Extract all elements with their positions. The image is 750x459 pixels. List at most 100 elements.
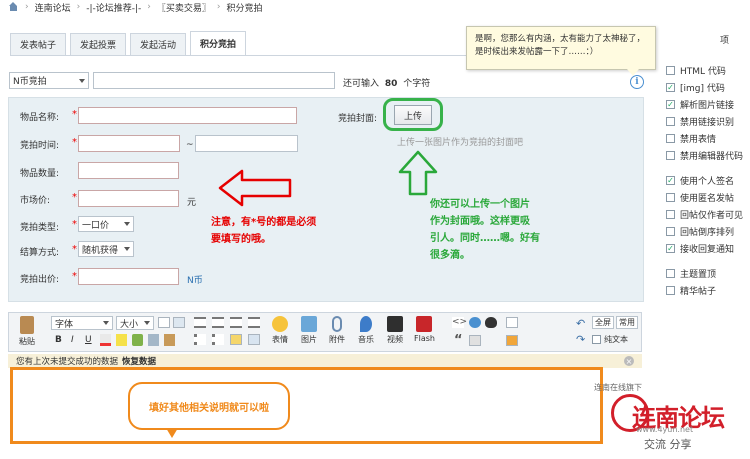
option-disable-link[interactable]: 禁用链接识别 <box>666 113 743 130</box>
chevron-down-icon <box>141 321 153 325</box>
clear-format-icon[interactable] <box>148 334 159 346</box>
auction-type-select[interactable]: 一口价 <box>78 216 134 232</box>
breadcrumb-item-recommend[interactable]: -|-论坛推荐-|- <box>86 1 141 14</box>
common-button[interactable]: 常用 <box>616 316 638 329</box>
quote-icon[interactable]: “ <box>454 333 463 348</box>
subject-type-select[interactable]: N币竞拍 <box>9 72 89 89</box>
bid-input[interactable] <box>78 268 179 285</box>
page-break-icon[interactable] <box>469 335 481 346</box>
checkbox[interactable] <box>666 286 675 295</box>
checkbox[interactable] <box>592 335 601 344</box>
required-note: 注意，有*号的都是必须 要填写的哦。 <box>211 214 316 248</box>
tooltip: 是啊，您那么有内涵，太有能力了太神秘了，是时候出来发帖露一下了……：） <box>466 26 656 76</box>
quantity-input[interactable] <box>78 162 179 179</box>
underline-button[interactable]: U <box>85 335 92 345</box>
option-digest[interactable]: 精华帖子 <box>666 282 743 299</box>
tab-auction[interactable]: 积分竞拍 <box>190 31 247 55</box>
required-mark: * <box>72 244 77 255</box>
auction-start-input[interactable] <box>78 135 180 152</box>
breadcrumb-item-trade[interactable]: 〖买卖交易〗 <box>157 1 211 14</box>
bid-unit: N币 <box>187 276 203 286</box>
checkbox[interactable] <box>666 117 675 126</box>
bold-button[interactable]: B <box>55 335 62 345</box>
font-size-select[interactable]: 大小 <box>116 316 154 330</box>
unordered-list-icon[interactable] <box>212 334 224 345</box>
chevron-down-icon <box>100 321 112 325</box>
emoticon-button[interactable]: 表情 <box>272 316 288 345</box>
plaintext-toggle[interactable]: 纯文本 <box>592 334 628 345</box>
checkbox[interactable]: ✓ <box>666 176 675 185</box>
option-parse-image[interactable]: ✓ 解析图片链接 <box>666 96 743 113</box>
breadcrumb-separator: › <box>147 2 151 12</box>
image-icon <box>301 316 317 332</box>
settlement-select[interactable]: 随机获得 <box>78 241 134 257</box>
checkbox[interactable] <box>666 227 675 236</box>
ordered-list-icon[interactable] <box>194 334 206 345</box>
option-reply-notify[interactable]: ✓ 接收回复通知 <box>666 240 743 257</box>
breadcrumb-item-forum[interactable]: 连南论坛 <box>35 1 71 14</box>
option-disable-editor-code[interactable]: 禁用编辑器代码 <box>666 147 743 164</box>
option-anonymous[interactable]: 使用匿名发帖 <box>666 189 743 206</box>
option-disable-emoticon[interactable]: 禁用表情 <box>666 130 743 147</box>
highlight-icon[interactable] <box>116 334 127 346</box>
upload-button[interactable]: 上传 <box>394 105 432 125</box>
option-reverse-order[interactable]: 回帖倒序排列 <box>666 223 743 240</box>
checkbox[interactable] <box>666 210 675 219</box>
cover-note: 你还可以上传一个图片 作为封面哦。这样更吸 引人。同时……嗯。好有 很多滴。 <box>430 196 540 264</box>
option-sticky[interactable]: 主题置顶 <box>666 265 743 282</box>
checkbox[interactable] <box>666 66 675 75</box>
option-author-only[interactable]: 回帖仅作者可见 <box>666 206 743 223</box>
code-icon[interactable]: <> <box>452 317 467 328</box>
auction-end-input[interactable] <box>195 135 298 152</box>
checkbox[interactable] <box>666 193 675 202</box>
checkbox[interactable] <box>666 134 675 143</box>
restore-link[interactable]: 恢复数据 <box>122 355 156 367</box>
font-family-select[interactable]: 字体 <box>51 316 113 330</box>
format-painter-icon[interactable] <box>132 334 143 346</box>
indent-icon[interactable] <box>230 334 242 345</box>
align-justify-icon[interactable] <box>248 317 260 328</box>
option-img[interactable]: ✓ [img] 代码 <box>666 79 743 96</box>
attachment-button[interactable]: 附件 <box>329 316 345 345</box>
italic-button[interactable]: I <box>71 335 74 345</box>
image-button[interactable]: 图片 <box>301 316 317 345</box>
tab-new-activity[interactable]: 发起活动 <box>130 33 187 55</box>
tab-new-post[interactable]: 发表帖子 <box>10 33 67 55</box>
unlink-icon[interactable] <box>173 317 185 328</box>
globe-icon[interactable] <box>469 317 481 328</box>
editor-textarea[interactable] <box>10 367 603 444</box>
undo-icon[interactable]: ↶ <box>576 317 585 330</box>
hide-content-icon[interactable] <box>506 317 518 328</box>
paste-button[interactable]: 粘贴 <box>19 316 35 347</box>
subject-input[interactable] <box>93 72 335 89</box>
checkbox[interactable]: ✓ <box>666 244 675 253</box>
align-right-icon[interactable] <box>230 317 242 328</box>
option-html[interactable]: HTML 代码 <box>666 62 743 79</box>
link-icon[interactable] <box>158 317 170 328</box>
bid-label: 竞拍出价: <box>20 275 60 285</box>
music-button[interactable]: 音乐 <box>358 316 374 345</box>
tab-new-poll[interactable]: 发起投票 <box>70 33 127 55</box>
redo-icon[interactable]: ↷ <box>576 333 585 346</box>
option-signature[interactable]: ✓ 使用个人签名 <box>666 172 743 189</box>
market-price-input[interactable] <box>78 190 179 207</box>
font-color-icon[interactable] <box>100 334 111 346</box>
table-icon[interactable] <box>248 334 260 345</box>
item-name-input[interactable] <box>78 107 297 124</box>
qq-icon[interactable] <box>485 317 497 328</box>
align-center-icon[interactable] <box>212 317 224 328</box>
checkbox[interactable]: ✓ <box>666 83 675 92</box>
video-button[interactable]: 视频 <box>387 316 403 345</box>
checkbox[interactable]: ✓ <box>666 100 675 109</box>
flash-button[interactable]: Flash <box>414 316 435 343</box>
watermark-url: www.4yun.net <box>636 425 694 434</box>
home-icon[interactable] <box>8 2 19 12</box>
fullscreen-button[interactable]: 全屏 <box>592 316 614 329</box>
info-icon[interactable]: i <box>630 75 644 89</box>
checkbox[interactable] <box>666 269 675 278</box>
align-left-icon[interactable] <box>194 317 206 328</box>
close-icon[interactable]: × <box>624 356 634 366</box>
eraser-icon[interactable] <box>164 334 175 346</box>
free-icon[interactable] <box>506 335 518 346</box>
checkbox[interactable] <box>666 151 675 160</box>
